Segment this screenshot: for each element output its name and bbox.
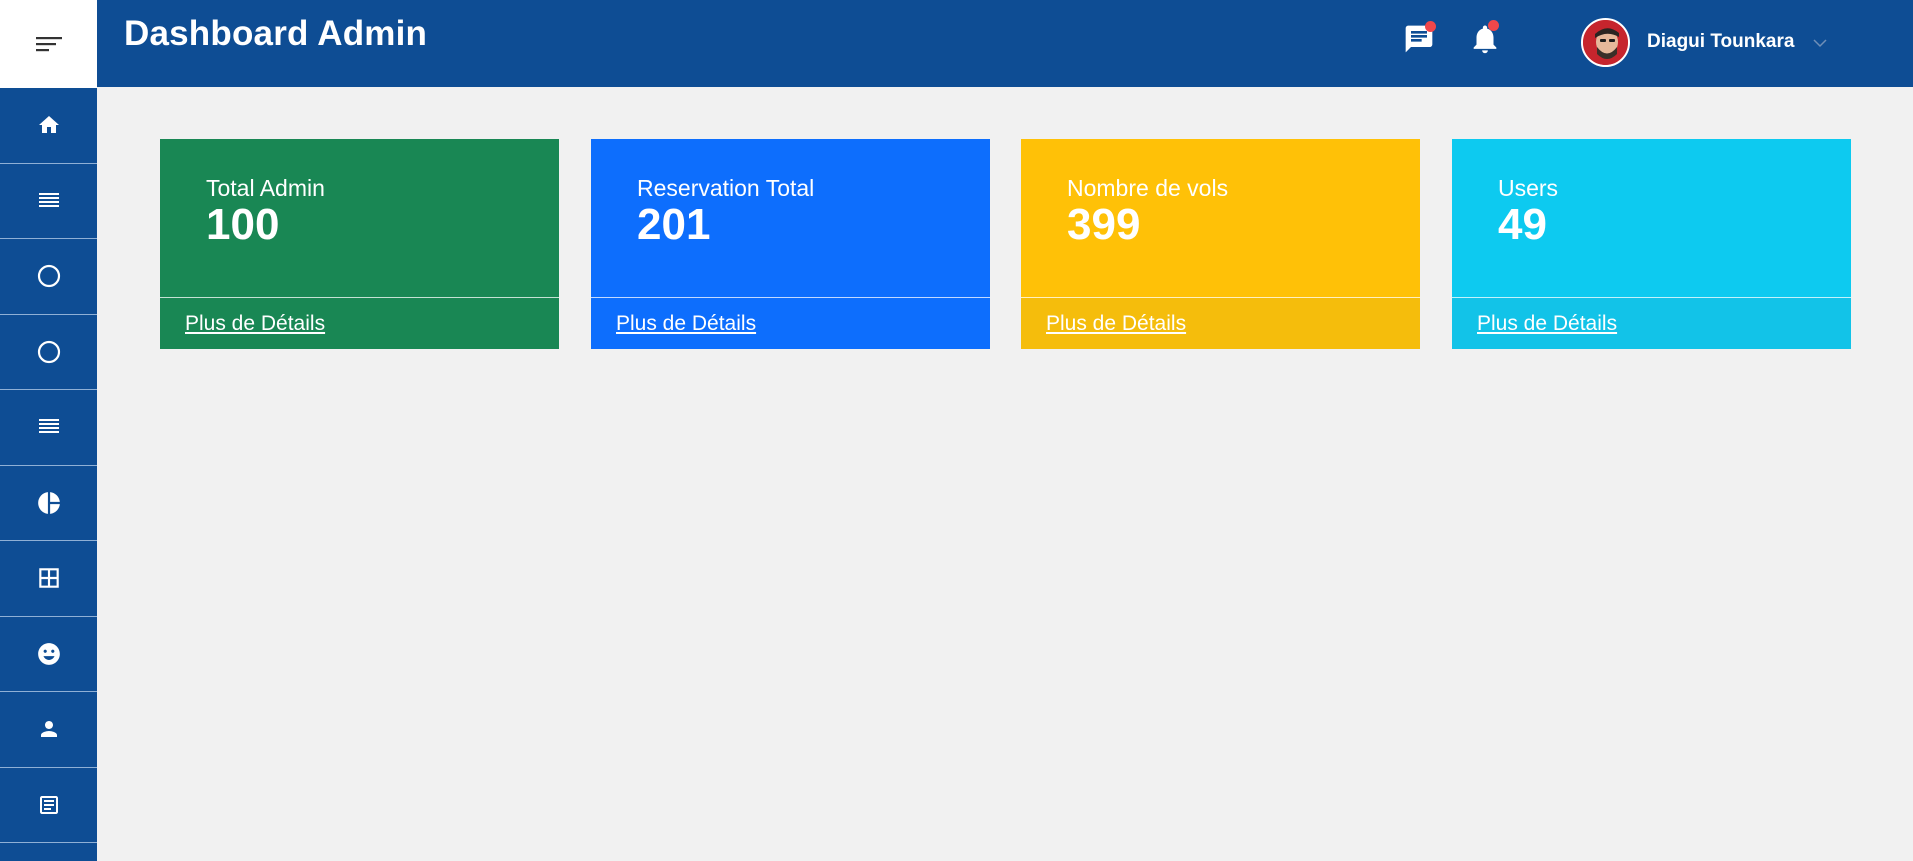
stat-card-reservation-total: Reservation Total 201 Plus de Détails [591, 139, 990, 349]
list-icon [38, 419, 59, 434]
sidebar-item-list-1[interactable] [0, 164, 97, 239]
user-menu[interactable]: Diagui Tounkara [1581, 17, 1827, 67]
stat-card-users: Users 49 Plus de Détails [1452, 139, 1851, 349]
home-icon [38, 116, 59, 134]
stat-card-nombre-de-vols: Nombre de vols 399 Plus de Détails [1021, 139, 1420, 349]
list-icon [38, 192, 59, 207]
card-body: Users 49 [1452, 139, 1851, 298]
top-header: Dashboard Admin Diagui Tounkara [97, 0, 1913, 87]
grid-icon [38, 568, 59, 588]
card-label: Nombre de vols [1067, 175, 1229, 201]
sidebar-item-document[interactable] [0, 768, 97, 843]
notifications-button[interactable] [1468, 20, 1502, 56]
messages-button[interactable] [1402, 21, 1436, 56]
card-label: Total Admin [206, 175, 325, 201]
circle-icon [37, 265, 60, 288]
user-name: Diagui Tounkara [1647, 31, 1795, 52]
card-footer: Plus de Détails [1021, 298, 1420, 349]
notifications-badge [1488, 20, 1499, 31]
document-icon [39, 795, 58, 814]
card-footer: Plus de Détails [1452, 298, 1851, 349]
card-value: 49 [1498, 200, 1547, 249]
smiley-icon [37, 642, 60, 665]
circle-icon [37, 340, 60, 363]
sidebar-item-grid[interactable] [0, 541, 97, 617]
card-value: 100 [206, 200, 280, 249]
sidebar-item-smiley[interactable] [0, 617, 97, 692]
sidebar-item-circle-2[interactable] [0, 315, 97, 390]
details-link[interactable]: Plus de Détails [185, 312, 325, 336]
card-body: Nombre de vols 399 [1021, 139, 1420, 298]
sidebar-toggle-button[interactable] [0, 0, 97, 88]
card-body: Reservation Total 201 [591, 139, 990, 298]
card-footer: Plus de Détails [591, 298, 990, 349]
page-title: Dashboard Admin [124, 14, 428, 53]
card-footer: Plus de Détails [160, 298, 559, 349]
chevron-down-icon [1813, 39, 1827, 48]
sidebar-item-chart[interactable] [0, 466, 97, 541]
user-icon [40, 721, 57, 738]
card-label: Users [1498, 175, 1559, 201]
avatar [1581, 17, 1630, 67]
card-value: 399 [1067, 200, 1141, 249]
details-link[interactable]: Plus de Détails [616, 312, 756, 336]
menu-toggle-icon [35, 37, 62, 52]
sidebar [0, 0, 97, 861]
sidebar-item-circle-1[interactable] [0, 239, 97, 315]
messages-badge [1425, 21, 1436, 32]
card-value: 201 [637, 200, 711, 249]
stat-card-total-admin: Total Admin 100 Plus de Détails [160, 139, 559, 349]
sidebar-item-list-2[interactable] [0, 390, 97, 466]
card-label: Reservation Total [637, 175, 815, 201]
card-body: Total Admin 100 [160, 139, 559, 298]
details-link[interactable]: Plus de Détails [1046, 312, 1186, 336]
sidebar-item-home[interactable] [0, 88, 97, 164]
details-link[interactable]: Plus de Détails [1477, 312, 1617, 336]
pie-chart-icon [37, 491, 60, 514]
sidebar-item-user[interactable] [0, 692, 97, 768]
